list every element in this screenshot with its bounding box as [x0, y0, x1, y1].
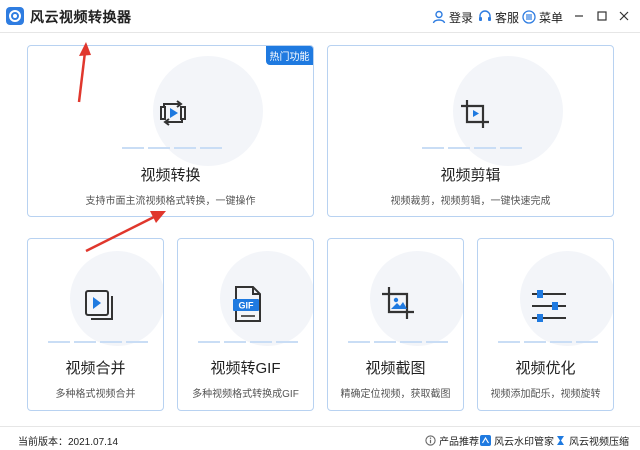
- video-convert-icon: [160, 100, 186, 126]
- card-dashes: [348, 341, 448, 343]
- minimize-button[interactable]: [571, 8, 587, 24]
- annotation-arrow-up: [77, 42, 91, 103]
- app-title: 风云视频转换器: [30, 9, 132, 25]
- card-dashes: [122, 147, 222, 149]
- app-logo-icon: [6, 7, 24, 25]
- card-dashes: [198, 341, 298, 343]
- title-divider: [0, 32, 640, 33]
- card-dashes: [48, 341, 148, 343]
- card-title: 视频截图: [365, 360, 426, 377]
- card-title: 视频转GIF: [210, 360, 281, 377]
- product-link-watermark[interactable]: 风云水印管家: [480, 433, 554, 448]
- card-video-to-gif[interactable]: GIF 视频转GIF 多种视频格式转换成GIF: [177, 238, 314, 411]
- product2-label: 风云视频压缩: [569, 437, 629, 448]
- card-title: 视频合并: [65, 360, 126, 377]
- gif-icon-text: GIF: [239, 301, 255, 311]
- menu-button[interactable]: 菜单: [522, 8, 563, 26]
- card-dashes: [498, 341, 598, 343]
- card-video-cut[interactable]: 视频剪辑 视频裁剪，视频剪辑，一键快速完成: [327, 45, 614, 217]
- menu-label: 菜单: [539, 10, 564, 25]
- watermark-app-icon: [480, 435, 491, 446]
- login-button[interactable]: 登录: [432, 8, 473, 26]
- product1-label: 风云水印管家: [494, 437, 554, 448]
- user-icon: [432, 10, 446, 24]
- hot-feature-badge: 热门功能: [266, 46, 313, 65]
- close-icon: [619, 11, 629, 21]
- headset-icon: [479, 10, 491, 21]
- info-icon: [425, 435, 436, 446]
- gif-file-icon: GIF: [233, 286, 261, 322]
- service-label: 客服: [495, 10, 520, 25]
- customer-service-button[interactable]: 客服: [478, 8, 519, 26]
- version-text: 当前版本：2021.07.14: [18, 437, 119, 448]
- compress-app-icon: [557, 436, 564, 445]
- crop-icon: [461, 100, 489, 128]
- product-link-compress[interactable]: 风云视频压缩: [555, 433, 629, 448]
- annotation-arrow-diagonal: [85, 211, 166, 253]
- card-description: 多种视频格式转换成GIF: [192, 389, 299, 400]
- card-title: 视频剪辑: [440, 167, 501, 184]
- card-video-optimize[interactable]: 视频优化 视频添加配乐，视频旋转: [477, 238, 614, 411]
- maximize-icon: [597, 11, 607, 21]
- card-description: 多种格式视频合并: [55, 389, 136, 400]
- close-button[interactable]: [616, 8, 632, 24]
- login-label: 登录: [449, 10, 474, 25]
- status-bar: 当前版本：2021.07.14 产品推荐： 风云水印管家 风云视频压缩: [0, 426, 640, 450]
- card-title: 视频优化: [515, 360, 576, 377]
- video-merge-icon: [85, 290, 113, 320]
- maximize-button[interactable]: [594, 8, 610, 24]
- crop-image-icon: [382, 287, 414, 319]
- minimize-icon: [575, 15, 583, 17]
- menu-icon: [522, 10, 536, 24]
- card-description: 视频裁剪，视频剪辑，一键快速完成: [390, 196, 551, 207]
- card-video-screenshot[interactable]: 视频截图 精确定位视频，获取截图: [327, 238, 464, 411]
- title-bar: 风云视频转换器 登录 客服 菜单: [0, 0, 640, 32]
- card-description: 精确定位视频，获取截图: [340, 389, 451, 400]
- card-video-merge[interactable]: 视频合并 多种格式视频合并: [27, 238, 164, 411]
- card-dashes: [422, 147, 522, 149]
- sliders-icon: [532, 290, 566, 322]
- card-description: 视频添加配乐，视频旋转: [490, 389, 601, 400]
- card-title: 视频转换: [140, 167, 201, 184]
